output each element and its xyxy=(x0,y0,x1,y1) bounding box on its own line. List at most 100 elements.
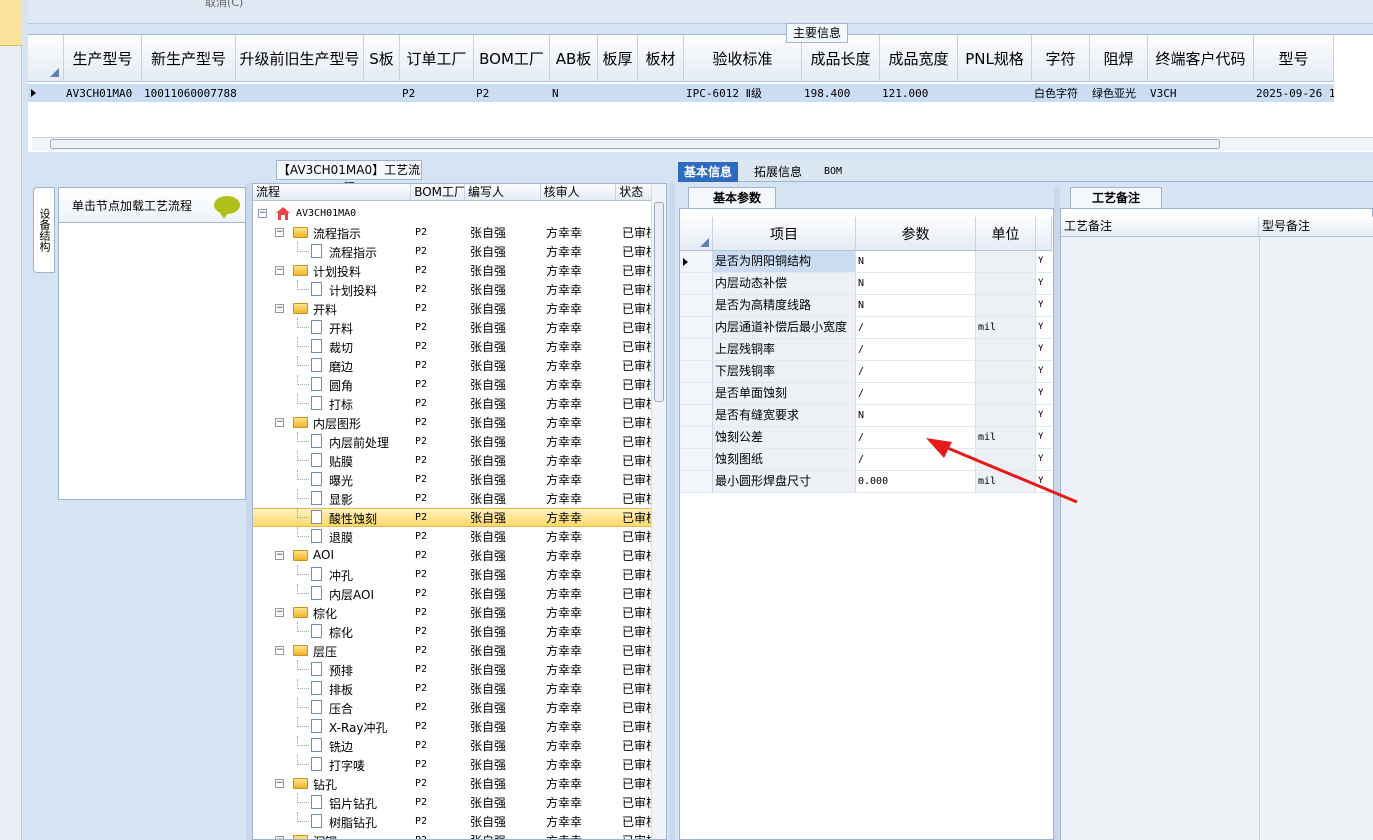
tree-scroll-thumb[interactable] xyxy=(654,202,664,402)
tree-row[interactable]: − 流程指示 P2 张自强 方幸幸 已审核 xyxy=(253,223,651,242)
main-info-col-header[interactable]: 订单工厂 xyxy=(400,35,474,81)
left-strip-tab[interactable] xyxy=(0,0,22,46)
collapse-icon[interactable]: − xyxy=(275,304,284,313)
param-row[interactable]: 是否单面蚀刻 / Y xyxy=(680,383,1052,405)
tree-row[interactable]: 预排 P2 张自强 方幸幸 已审核 xyxy=(253,660,651,679)
params-tab-title[interactable]: 基本参数 xyxy=(688,187,776,208)
tree-row[interactable]: 打标 P2 张自强 方幸幸 已审核 xyxy=(253,394,651,413)
param-value[interactable]: / xyxy=(856,383,976,404)
tree-vscrollbar[interactable] xyxy=(651,184,666,839)
param-value[interactable]: / xyxy=(856,361,976,382)
param-value[interactable]: / xyxy=(856,317,976,338)
tree-row[interactable]: 流程指示 P2 张自强 方幸幸 已审核 xyxy=(253,242,651,261)
param-value[interactable]: N xyxy=(856,295,976,316)
vertical-tab-equipment[interactable]: 设备结构 xyxy=(33,187,55,273)
collapse-icon[interactable]: − xyxy=(275,608,284,617)
param-value[interactable]: / xyxy=(856,449,976,470)
tree-row[interactable]: 树脂钻孔 P2 张自强 方幸幸 已审核 xyxy=(253,812,651,831)
notes-tab-title[interactable]: 工艺备注 xyxy=(1070,187,1162,208)
collapse-icon[interactable]: − xyxy=(275,418,284,427)
tree-row[interactable]: − 棕化 P2 张自强 方幸幸 已审核 xyxy=(253,603,651,622)
tree-col-header[interactable]: 流程 xyxy=(253,184,412,200)
tree-row[interactable]: − AV3CH01MA0 xyxy=(253,204,651,223)
main-info-row[interactable]: AV3CH01MA0 10011060007788 P2 P2 N IPC-6012 Ⅱ级… xyxy=(28,84,1334,102)
main-info-col-header[interactable]: 板材 xyxy=(638,35,684,81)
param-value[interactable]: / xyxy=(856,427,976,448)
collapse-icon[interactable]: − xyxy=(275,266,284,275)
param-row[interactable]: 最小圆形焊盘尺寸 0.000 mil Y xyxy=(680,471,1052,493)
model-notes-area[interactable] xyxy=(1260,237,1373,840)
craft-notes-area[interactable] xyxy=(1061,237,1259,840)
main-info-col-header[interactable]: 型号 xyxy=(1254,35,1334,81)
param-row[interactable]: 是否有缝宽要求 N Y xyxy=(680,405,1052,427)
main-info-col-header[interactable]: 新生产型号 xyxy=(142,35,236,81)
collapse-icon[interactable]: − xyxy=(275,551,284,560)
param-row[interactable]: 蚀刻公差 / mil Y xyxy=(680,427,1052,449)
param-row[interactable]: 内层动态补偿 N Y xyxy=(680,273,1052,295)
tree-row[interactable]: 裁切 P2 张自强 方幸幸 已审核 xyxy=(253,337,651,356)
cancel-button-label[interactable]: 取消(C) xyxy=(205,0,243,10)
tree-row-selected[interactable]: 酸性蚀刻 P2 张自强 方幸幸 已审核 xyxy=(253,508,651,527)
main-info-col-header[interactable]: S板 xyxy=(364,35,400,81)
tree-row[interactable]: 贴膜 P2 张自强 方幸幸 已审核 xyxy=(253,451,651,470)
param-value[interactable]: N xyxy=(856,273,976,294)
param-value[interactable]: N xyxy=(856,251,976,272)
tree-row[interactable]: 冲孔 P2 张自强 方幸幸 已审核 xyxy=(253,565,651,584)
tree-row[interactable]: 计划投料 P2 张自强 方幸幸 已审核 xyxy=(253,280,651,299)
param-row[interactable]: 蚀刻图纸 / Y xyxy=(680,449,1052,471)
param-row[interactable]: 下层残铜率 / Y xyxy=(680,361,1052,383)
collapse-icon[interactable]: − xyxy=(275,836,284,839)
tree-row[interactable]: 棕化 P2 张自强 方幸幸 已审核 xyxy=(253,622,651,641)
tree-row[interactable]: 开料 P2 张自强 方幸幸 已审核 xyxy=(253,318,651,337)
main-info-col-header[interactable]: 生产型号 xyxy=(64,35,142,81)
tree-row[interactable]: 内层前处理 P2 张自强 方幸幸 已审核 xyxy=(253,432,651,451)
tree-col-header[interactable]: BOM工厂 xyxy=(411,184,465,200)
main-info-col-header[interactable]: 板厚 xyxy=(598,35,638,81)
param-row[interactable]: 是否为高精度线路 N Y xyxy=(680,295,1052,317)
tab-bom[interactable]: BOM xyxy=(818,162,848,182)
tree-row[interactable]: − AOI P2 张自强 方幸幸 已审核 xyxy=(253,546,651,565)
param-row[interactable]: 内层通道补偿后最小宽度 / mil Y xyxy=(680,317,1052,339)
middle-splitter[interactable] xyxy=(669,183,675,840)
collapse-icon[interactable]: − xyxy=(275,646,284,655)
main-info-col-header[interactable]: 终端客户代码 xyxy=(1148,35,1254,81)
tab-basic-info[interactable]: 基本信息 xyxy=(678,162,739,182)
main-info-col-header[interactable]: PNL规格 xyxy=(958,35,1032,81)
tree-row[interactable]: 磨边 P2 张自强 方幸幸 已审核 xyxy=(253,356,651,375)
main-info-col-header[interactable]: 验收标准 xyxy=(684,35,802,81)
main-info-col-header[interactable]: AB板 xyxy=(550,35,598,81)
param-row[interactable]: 上层残铜率 / Y xyxy=(680,339,1052,361)
tree-row[interactable]: 铣边 P2 张自强 方幸幸 已审核 xyxy=(253,736,651,755)
tree-row[interactable]: 排板 P2 张自强 方幸幸 已审核 xyxy=(253,679,651,698)
param-value[interactable]: / xyxy=(856,339,976,360)
tree-row[interactable]: 显影 P2 张自强 方幸幸 已审核 xyxy=(253,489,651,508)
param-row[interactable]: 是否为阴阳铜结构 N Y xyxy=(680,251,1052,273)
collapse-icon[interactable]: − xyxy=(258,209,267,218)
tree-row[interactable]: 内层AOI P2 张自强 方幸幸 已审核 xyxy=(253,584,651,603)
tree-row[interactable]: 压合 P2 张自强 方幸幸 已审核 xyxy=(253,698,651,717)
main-info-col-header[interactable]: 字符 xyxy=(1032,35,1090,81)
left-splitter[interactable] xyxy=(246,183,252,840)
tree-row[interactable]: 打字唛 P2 张自强 方幸幸 已审核 xyxy=(253,755,651,774)
main-info-col-header[interactable]: BOM工厂 xyxy=(474,35,550,81)
tree-row[interactable]: 退膜 P2 张自强 方幸幸 已审核 xyxy=(253,527,651,546)
main-info-col-header[interactable]: 升级前旧生产型号 xyxy=(236,35,364,81)
tree-row[interactable]: − 沉铜 P2张自强方幸幸已审核 xyxy=(253,831,651,839)
tree-col-header[interactable]: 编写人 xyxy=(465,184,541,200)
tree-row[interactable]: − 钻孔 P2 张自强 方幸幸 已审核 xyxy=(253,774,651,793)
tree-row[interactable]: 曝光 P2 张自强 方幸幸 已审核 xyxy=(253,470,651,489)
main-info-hscroll-thumb[interactable] xyxy=(50,139,1220,149)
tree-row[interactable]: − 开料 P2 张自强 方幸幸 已审核 xyxy=(253,299,651,318)
param-value[interactable]: 0.000 xyxy=(856,471,976,492)
main-info-col-header[interactable]: 阻焊 xyxy=(1090,35,1148,81)
param-value[interactable]: N xyxy=(856,405,976,426)
tree-col-header[interactable]: 核审人 xyxy=(541,184,617,200)
tree-row[interactable]: X-Ray冲孔 P2 张自强 方幸幸 已审核 xyxy=(253,717,651,736)
tree-row[interactable]: − 层压 P2 张自强 方幸幸 已审核 xyxy=(253,641,651,660)
collapse-icon[interactable]: − xyxy=(275,779,284,788)
tree-row[interactable]: − 计划投料 P2 张自强 方幸幸 已审核 xyxy=(253,261,651,280)
collapse-icon[interactable]: − xyxy=(275,228,284,237)
tab-extended-info[interactable]: 拓展信息 xyxy=(748,162,808,182)
main-info-col-header[interactable]: 成品宽度 xyxy=(880,35,958,81)
tree-row[interactable]: 铝片钻孔 P2 张自强 方幸幸 已审核 xyxy=(253,793,651,812)
